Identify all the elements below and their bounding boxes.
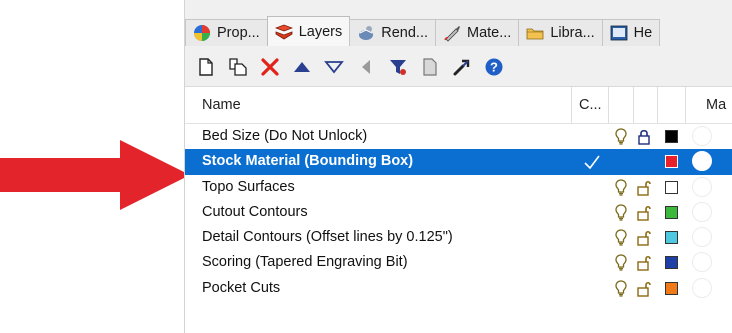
lock-open-icon[interactable] bbox=[637, 179, 651, 196]
layer-color-swatch[interactable] bbox=[665, 281, 678, 295]
new-sublayer-icon[interactable] bbox=[227, 56, 249, 78]
layer-row[interactable]: Stock Material (Bounding Box) bbox=[185, 149, 732, 175]
layer-name: Bed Size (Do Not Unlock) bbox=[202, 128, 368, 144]
layer-row[interactable]: Scoring (Tapered Engraving Bit) bbox=[185, 250, 732, 275]
properties-icon bbox=[193, 24, 211, 42]
move-down-icon[interactable] bbox=[323, 56, 345, 78]
material-circle-icon[interactable] bbox=[692, 277, 712, 298]
tab-label: Rend... bbox=[381, 25, 428, 41]
tab-materials[interactable]: Mate... bbox=[435, 19, 520, 46]
visibility-bulb-icon[interactable] bbox=[615, 280, 627, 297]
layer-name: Pocket Cuts bbox=[202, 279, 281, 296]
layers-icon bbox=[274, 23, 293, 41]
lock-closed-icon[interactable] bbox=[637, 128, 651, 145]
visibility-bulb-icon[interactable] bbox=[615, 204, 627, 221]
material-circle-icon[interactable] bbox=[692, 176, 712, 197]
layer-row[interactable]: Detail Contours (Offset lines by 0.125") bbox=[185, 225, 732, 250]
lock-open-icon[interactable] bbox=[637, 254, 651, 272]
tab-label: Mate... bbox=[467, 25, 512, 41]
layer-row[interactable]: Cutout Contours bbox=[185, 200, 732, 225]
layer-name: Stock Material (Bounding Box) bbox=[202, 153, 414, 170]
material-circle-icon[interactable] bbox=[692, 126, 712, 146]
delete-layer-icon[interactable] bbox=[259, 56, 281, 78]
material-circle-icon[interactable] bbox=[692, 252, 712, 273]
layer-color-swatch[interactable] bbox=[665, 231, 678, 245]
move-out-icon[interactable] bbox=[355, 56, 377, 78]
material-circle-icon[interactable] bbox=[692, 201, 712, 222]
layer-name: Cutout Contours bbox=[202, 203, 308, 220]
panel-tabs: Prop... Layers Rend... Mate... Libra... bbox=[185, 14, 732, 46]
tab-label: Libra... bbox=[550, 25, 595, 41]
layer-color-swatch[interactable] bbox=[665, 205, 678, 219]
lock-open-icon[interactable] bbox=[637, 204, 651, 221]
help-icon[interactable]: ? bbox=[483, 56, 505, 78]
tab-label: Layers bbox=[298, 23, 343, 40]
move-up-icon[interactable] bbox=[291, 56, 313, 78]
layers-panel: Prop... Layers Rend... Mate... Libra... bbox=[184, 0, 732, 333]
column-current-header[interactable]: C... bbox=[579, 87, 602, 123]
materials-icon bbox=[443, 24, 461, 42]
material-circle-icon[interactable] bbox=[692, 227, 712, 248]
layer-color-swatch[interactable] bbox=[665, 180, 678, 194]
red-arrow-annotation bbox=[0, 140, 190, 210]
layer-row[interactable]: Pocket Cuts bbox=[185, 276, 732, 301]
visibility-bulb-icon[interactable] bbox=[615, 178, 627, 196]
layer-color-swatch[interactable] bbox=[665, 155, 678, 169]
tab-properties[interactable]: Prop... bbox=[185, 19, 268, 46]
tab-label: Prop... bbox=[217, 25, 260, 41]
visibility-bulb-icon[interactable] bbox=[615, 128, 627, 145]
svg-text:?: ? bbox=[490, 60, 498, 75]
layer-name: Detail Contours (Offset lines by 0.125") bbox=[202, 229, 453, 246]
tools-icon[interactable] bbox=[451, 56, 473, 78]
tab-rendering[interactable]: Rend... bbox=[349, 19, 436, 46]
visibility-bulb-icon[interactable] bbox=[615, 254, 627, 272]
column-material-header[interactable]: Ma bbox=[706, 87, 726, 123]
rendering-icon bbox=[357, 24, 375, 42]
layer-name: Scoring (Tapered Engraving Bit) bbox=[202, 254, 408, 271]
list-header: Name C... Ma bbox=[185, 87, 732, 124]
visibility-bulb-icon[interactable] bbox=[615, 229, 627, 246]
layer-row[interactable]: Bed Size (Do Not Unlock) bbox=[185, 124, 732, 149]
layer-rows: Bed Size (Do Not Unlock) Stock Material (… bbox=[185, 124, 732, 301]
current-layer-check-icon[interactable] bbox=[583, 154, 601, 170]
help-icon bbox=[610, 24, 628, 42]
copy-icon[interactable] bbox=[419, 56, 441, 78]
tab-libraries[interactable]: Libra... bbox=[518, 19, 603, 46]
layer-row[interactable]: Topo Surfaces bbox=[185, 175, 732, 200]
layers-toolbar: ? bbox=[185, 50, 732, 84]
layer-name: Topo Surfaces bbox=[202, 178, 295, 195]
lock-open-icon[interactable] bbox=[637, 229, 651, 246]
filter-icon[interactable] bbox=[387, 56, 409, 78]
tab-layers[interactable]: Layers bbox=[266, 16, 351, 46]
layer-color-swatch[interactable] bbox=[665, 256, 678, 270]
tab-help[interactable]: He bbox=[601, 19, 661, 46]
material-circle-icon[interactable] bbox=[692, 151, 712, 172]
lock-open-icon[interactable] bbox=[637, 280, 651, 297]
libraries-icon bbox=[526, 24, 544, 42]
layer-color-swatch[interactable] bbox=[665, 130, 678, 143]
new-layer-icon[interactable] bbox=[195, 56, 217, 78]
layer-list: Name C... Ma Bed Size (Do Not Unlock) Sto… bbox=[185, 86, 732, 333]
column-name-header[interactable]: Name bbox=[202, 87, 241, 123]
tab-label: He bbox=[633, 25, 653, 41]
